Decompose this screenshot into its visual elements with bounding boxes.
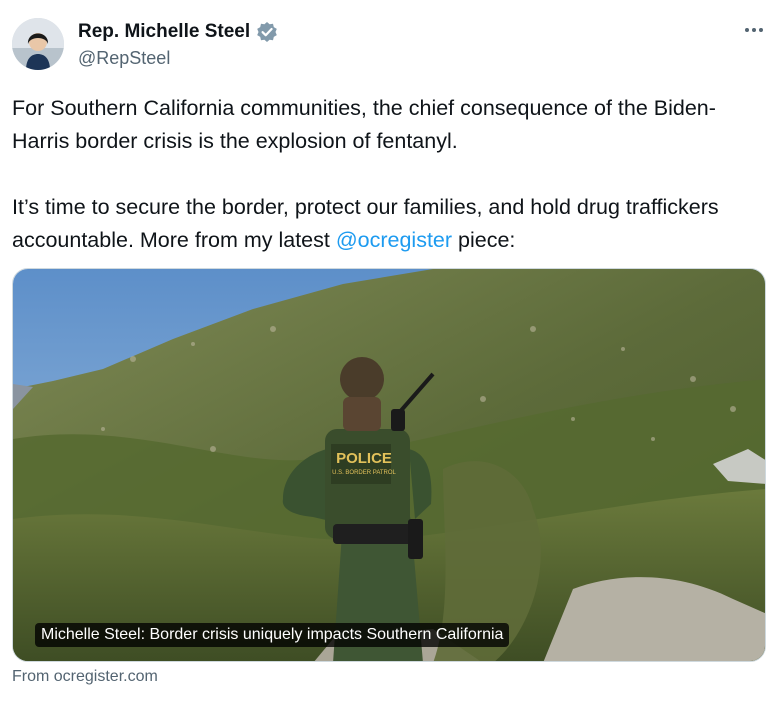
card-image: POLICE U.S. BORDER PATROL bbox=[13, 269, 765, 661]
card-caption: Michelle Steel: Border crisis uniquely i… bbox=[35, 623, 510, 647]
tweet[interactable]: Rep. Michelle Steel @RepSteel For Southe… bbox=[0, 0, 780, 704]
border-patrol-patch-text: U.S. BORDER PATROL bbox=[332, 470, 396, 476]
more-options-icon[interactable] bbox=[738, 18, 770, 42]
tweet-text: For Southern California communities, the… bbox=[12, 92, 772, 257]
display-name[interactable]: Rep. Michelle Steel bbox=[78, 21, 250, 43]
card-source[interactable]: From ocregister.com bbox=[12, 668, 158, 686]
police-patch-text: POLICE bbox=[336, 450, 392, 467]
tweet-paragraph-2: It’s time to secure the border, protect … bbox=[12, 191, 772, 257]
tweet-paragraph-2-end: piece: bbox=[452, 228, 516, 252]
verified-badge-icon bbox=[256, 21, 278, 43]
avatar[interactable] bbox=[12, 18, 64, 70]
tweet-paragraph-1: For Southern California communities, the… bbox=[12, 96, 716, 153]
mention-link[interactable]: @ocregister bbox=[336, 228, 452, 252]
link-card[interactable]: POLICE U.S. BORDER PATROL Michelle Steel… bbox=[12, 268, 766, 662]
handle[interactable]: @RepSteel bbox=[78, 48, 170, 69]
